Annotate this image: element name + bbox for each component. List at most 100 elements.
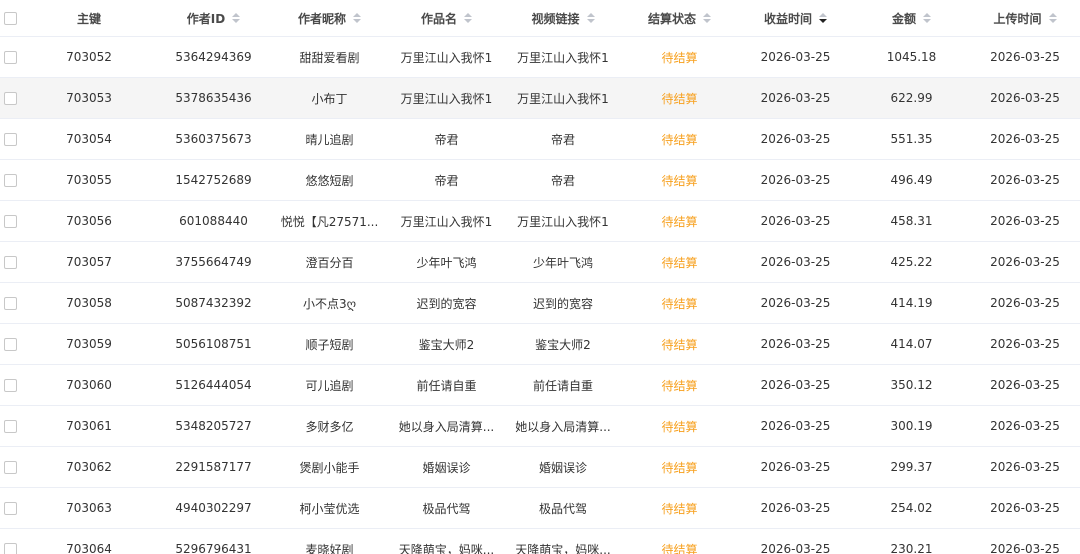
- table-row[interactable]: 703054 5360375673 晴儿追剧 帝君 帝君 待结算 2026-03…: [0, 119, 1080, 160]
- cell-author-nickname: 柯小莹优选: [271, 488, 388, 528]
- row-checkbox[interactable]: [4, 296, 17, 310]
- cell-text[interactable]: 极品代驾: [539, 500, 587, 517]
- row-checkbox-cell: [0, 406, 22, 446]
- cell-text: 迟到的宽容: [416, 296, 477, 311]
- cell-text[interactable]: 天降萌宝，妈咪...: [515, 541, 610, 554]
- cell-author-nickname: 顺子短剧: [271, 324, 388, 364]
- cell-text: 2026-03-25: [990, 91, 1060, 105]
- row-checkbox[interactable]: [4, 460, 17, 474]
- sort-icon[interactable]: [353, 13, 361, 23]
- cell-video-link[interactable]: 帝君: [505, 119, 621, 159]
- cell-video-link[interactable]: 极品代驾: [505, 488, 621, 528]
- cell-video-link[interactable]: 迟到的宽容: [505, 283, 621, 323]
- row-checkbox[interactable]: [4, 91, 17, 105]
- row-checkbox[interactable]: [4, 542, 17, 554]
- row-checkbox[interactable]: [4, 214, 17, 228]
- table-row[interactable]: 703056 601088440 悦悦【凡27571... 万里江山入我怀1 万…: [0, 201, 1080, 242]
- column-header-author-id[interactable]: 作者ID: [156, 0, 271, 36]
- column-header-upload-time[interactable]: 上传时间: [970, 0, 1080, 36]
- cell-text: 622.99: [890, 91, 933, 105]
- table-row[interactable]: 703062 2291587177 煲剧小能手 婚姻误诊 婚姻误诊 待结算 20…: [0, 447, 1080, 488]
- table-row[interactable]: 703053 5378635436 小布丁 万里江山入我怀1 万里江山入我怀1 …: [0, 78, 1080, 119]
- row-checkbox[interactable]: [4, 50, 17, 64]
- column-header-settle-status[interactable]: 结算状态: [621, 0, 738, 36]
- cell-text[interactable]: 帝君: [551, 131, 575, 148]
- table-row[interactable]: 703060 5126444054 可儿追剧 前任请自重 前任请自重 待结算 2…: [0, 365, 1080, 406]
- sort-desc-icon[interactable]: [819, 13, 827, 23]
- sort-icon[interactable]: [586, 13, 595, 23]
- cell-author-nickname: 小不点3ღ: [271, 283, 388, 323]
- row-checkbox[interactable]: [4, 173, 17, 187]
- cell-text: 2026-03-25: [990, 501, 1060, 515]
- table-row[interactable]: 703064 5296796431 麦晓好剧 天降萌宝，妈咪... 天降萌宝，妈…: [0, 529, 1080, 554]
- table-row[interactable]: 703055 1542752689 悠悠短剧 帝君 帝君 待结算 2026-03…: [0, 160, 1080, 201]
- cell-video-link[interactable]: 婚姻误诊: [505, 447, 621, 487]
- status-text: 待结算: [661, 296, 698, 311]
- row-checkbox[interactable]: [4, 255, 17, 269]
- cell-text[interactable]: 万里江山入我怀1: [517, 49, 609, 66]
- cell-primary-key: 703064: [22, 529, 156, 554]
- cell-text: 5087432392: [175, 296, 252, 310]
- table-row[interactable]: 703063 4940302297 柯小莹优选 极品代驾 极品代驾 待结算 20…: [0, 488, 1080, 529]
- cell-text: 她以身入局清算...: [398, 419, 495, 434]
- sort-icon[interactable]: [464, 13, 472, 23]
- row-checkbox[interactable]: [4, 419, 17, 433]
- cell-author-nickname: 麦晓好剧: [271, 529, 388, 554]
- cell-text: 703060: [66, 378, 112, 392]
- cell-text: 2026-03-25: [760, 296, 831, 310]
- data-table: 主键 作者ID 作者昵称 作品名 视频链接 结算状态 收益时间 金额 上传时间 …: [0, 0, 1080, 554]
- row-checkbox-cell: [0, 119, 22, 159]
- cell-work-name: 迟到的宽容: [388, 283, 505, 323]
- sort-icon[interactable]: [703, 13, 711, 23]
- table-row[interactable]: 703059 5056108751 顺子短剧 鉴宝大师2 鉴宝大师2 待结算 2…: [0, 324, 1080, 365]
- row-checkbox[interactable]: [4, 378, 17, 392]
- column-header-video-link[interactable]: 视频链接: [505, 0, 621, 36]
- cell-video-link[interactable]: 她以身入局清算...: [505, 406, 621, 446]
- cell-video-link[interactable]: 少年叶飞鸿: [505, 242, 621, 282]
- cell-text[interactable]: 万里江山入我怀1: [517, 90, 609, 107]
- cell-text[interactable]: 前任请自重: [533, 377, 593, 394]
- cell-text: 2026-03-25: [990, 173, 1060, 187]
- row-checkbox-cell: [0, 160, 22, 200]
- cell-text[interactable]: 迟到的宽容: [533, 295, 593, 312]
- column-header-income-time[interactable]: 收益时间: [738, 0, 853, 36]
- cell-income-time: 2026-03-25: [738, 37, 853, 77]
- table-row[interactable]: 703057 3755664749 澄百分百 少年叶飞鸿 少年叶飞鸿 待结算 2…: [0, 242, 1080, 283]
- cell-text[interactable]: 她以身入局清算...: [515, 418, 610, 435]
- row-checkbox[interactable]: [4, 337, 17, 351]
- column-header-author-nickname[interactable]: 作者昵称: [271, 0, 388, 36]
- row-checkbox[interactable]: [4, 132, 17, 146]
- cell-primary-key: 703055: [22, 160, 156, 200]
- cell-text[interactable]: 万里江山入我怀1: [517, 213, 609, 230]
- cell-text[interactable]: 少年叶飞鸿: [533, 254, 593, 271]
- cell-video-link[interactable]: 帝君: [505, 160, 621, 200]
- cell-settle-status: 待结算: [621, 242, 738, 282]
- cell-video-link[interactable]: 天降萌宝，妈咪...: [505, 529, 621, 554]
- table-row[interactable]: 703061 5348205727 多财多亿 她以身入局清算... 她以身入局清…: [0, 406, 1080, 447]
- cell-text[interactable]: 帝君: [551, 172, 575, 189]
- cell-text: 2026-03-25: [760, 419, 831, 433]
- cell-video-link[interactable]: 鉴宝大师2: [505, 324, 621, 364]
- cell-text: 414.19: [890, 296, 933, 310]
- sort-icon[interactable]: [923, 13, 931, 23]
- sort-icon[interactable]: [1048, 13, 1057, 23]
- table-row[interactable]: 703052 5364294369 甜甜爱看剧 万里江山入我怀1 万里江山入我怀…: [0, 37, 1080, 78]
- cell-work-name: 万里江山入我怀1: [388, 37, 505, 77]
- row-checkbox-cell: [0, 324, 22, 364]
- cell-amount: 230.21: [853, 529, 970, 554]
- cell-settle-status: 待结算: [621, 488, 738, 528]
- select-all-checkbox[interactable]: [4, 11, 17, 25]
- cell-text[interactable]: 婚姻误诊: [539, 459, 587, 476]
- cell-text: 350.12: [890, 378, 933, 392]
- sort-icon[interactable]: [232, 13, 241, 23]
- column-header-work-name[interactable]: 作品名: [388, 0, 505, 36]
- row-checkbox[interactable]: [4, 501, 17, 515]
- cell-video-link[interactable]: 万里江山入我怀1: [505, 37, 621, 77]
- cell-video-link[interactable]: 万里江山入我怀1: [505, 78, 621, 118]
- status-text: 待结算: [661, 460, 698, 475]
- column-header-amount[interactable]: 金额: [853, 0, 970, 36]
- cell-video-link[interactable]: 万里江山入我怀1: [505, 201, 621, 241]
- table-row[interactable]: 703058 5087432392 小不点3ღ 迟到的宽容 迟到的宽容 待结算 …: [0, 283, 1080, 324]
- cell-text[interactable]: 鉴宝大师2: [535, 336, 591, 353]
- cell-video-link[interactable]: 前任请自重: [505, 365, 621, 405]
